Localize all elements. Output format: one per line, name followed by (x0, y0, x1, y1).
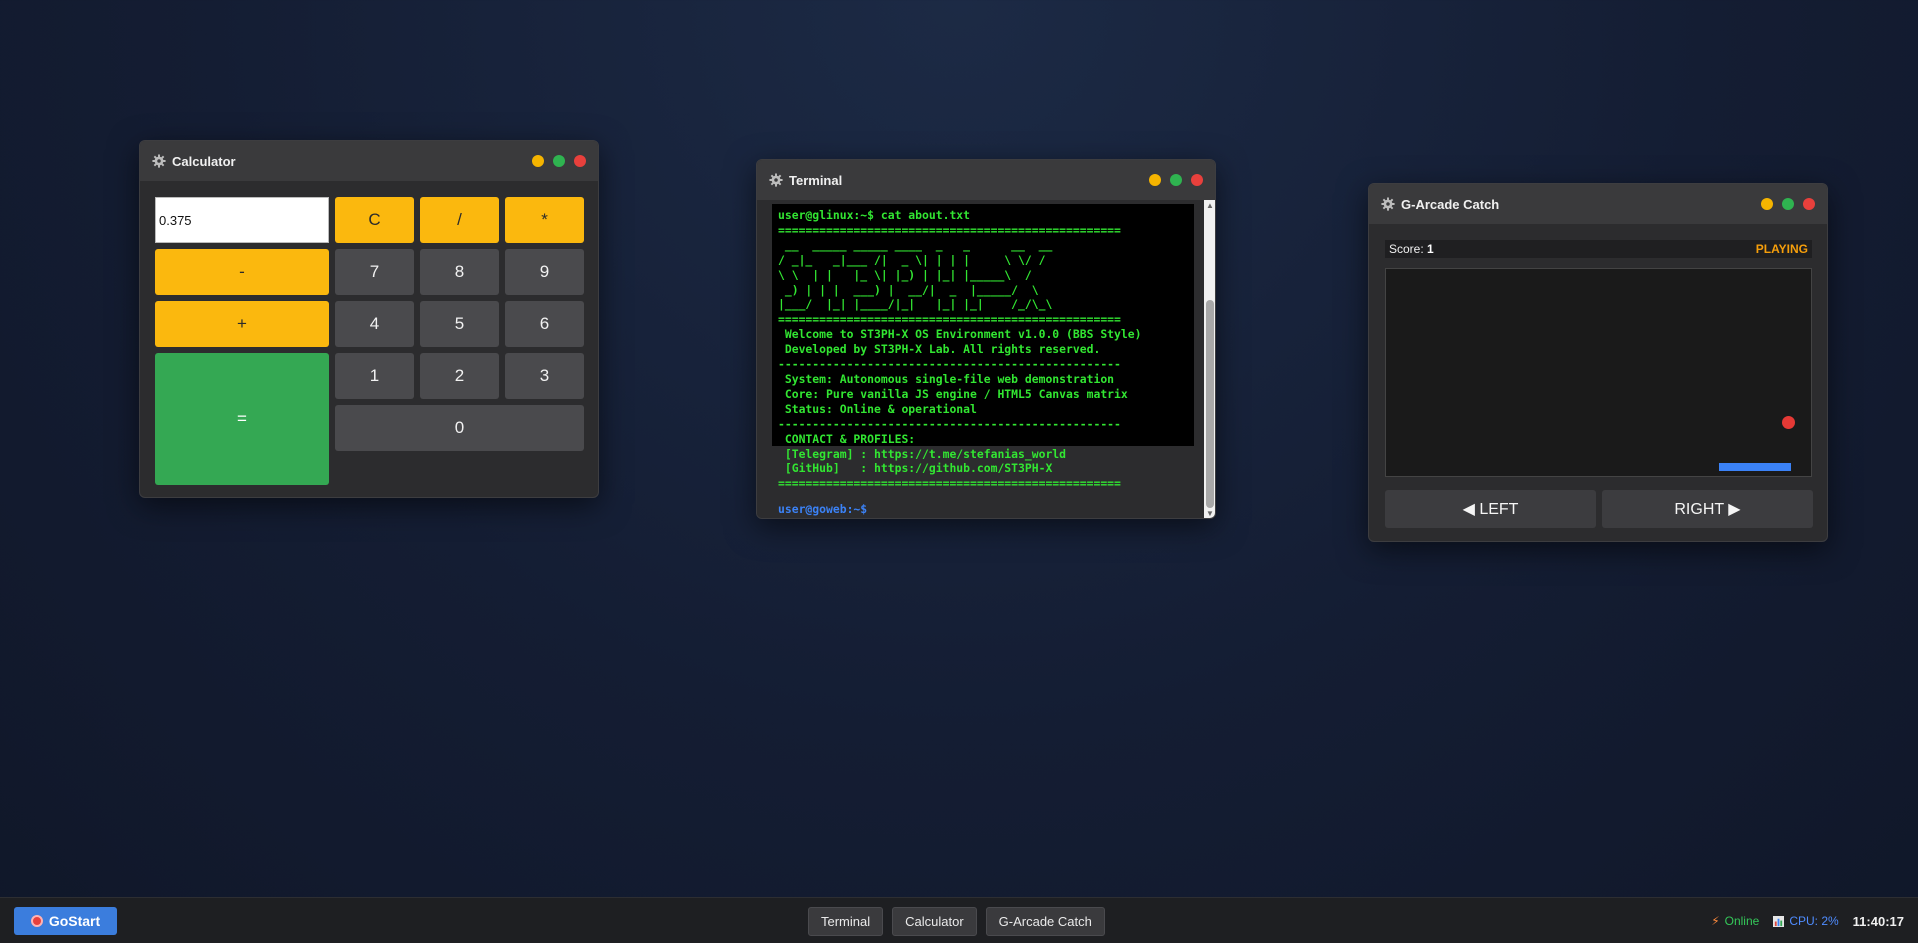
minimize-button[interactable] (1149, 174, 1161, 186)
cpu-label: CPU: 2% (1789, 914, 1839, 928)
maximize-button[interactable] (1782, 198, 1794, 210)
window-title: Terminal (789, 172, 843, 188)
close-button[interactable] (1803, 198, 1815, 210)
scrollbar-thumb[interactable] (1206, 300, 1214, 508)
score-value: 1 (1427, 242, 1434, 256)
minus-button[interactable]: - (155, 249, 329, 295)
taskbar-item-game[interactable]: G-Arcade Catch (985, 907, 1105, 936)
digit-5-button[interactable]: 5 (420, 301, 499, 347)
close-button[interactable] (574, 155, 586, 167)
score-display: Score: 1 (1389, 242, 1434, 256)
score-bar: Score: 1 PLAYING (1385, 240, 1812, 258)
digit-9-button[interactable]: 9 (505, 249, 584, 295)
system-tray: ⚡ Online CPU: 2% 11:40:17 (1711, 898, 1904, 943)
digit-1-button[interactable]: 1 (335, 353, 414, 399)
move-left-button[interactable]: ◀ LEFT (1385, 490, 1596, 528)
multiply-button[interactable]: * (505, 197, 584, 243)
cpu-chart-icon (1773, 915, 1785, 927)
taskbar-item-calculator[interactable]: Calculator (892, 907, 977, 936)
game-status: PLAYING (1755, 242, 1808, 256)
move-right-button[interactable]: RIGHT ▶ (1602, 490, 1813, 528)
calculator-window[interactable]: Calculator C / * - 7 8 9 + 4 5 6 = 1 2 3… (139, 140, 599, 498)
score-label: Score: (1389, 242, 1424, 256)
terminal-output: user@glinux:~$ cat about.txt ===========… (778, 208, 1142, 491)
terminal-scrollbar[interactable]: ▲ ▼ (1204, 200, 1215, 518)
digit-2-button[interactable]: 2 (420, 353, 499, 399)
digit-6-button[interactable]: 6 (505, 301, 584, 347)
clock: 11:40:17 (1852, 913, 1904, 929)
maximize-button[interactable] (553, 155, 565, 167)
start-button[interactable]: GoStart (14, 907, 117, 935)
window-title: G-Arcade Catch (1401, 196, 1500, 212)
terminal-titlebar[interactable]: Terminal (757, 160, 1215, 200)
close-button[interactable] (1191, 174, 1203, 186)
terminal-window[interactable]: Terminal user@glinux:~$ cat about.txt ==… (756, 159, 1216, 519)
plus-button[interactable]: + (155, 301, 329, 347)
game-titlebar[interactable]: G-Arcade Catch (1369, 184, 1827, 224)
gear-icon (152, 154, 166, 168)
network-status-label: Online (1724, 914, 1760, 928)
catch-paddle (1719, 463, 1791, 471)
taskbar-apps: Terminal Calculator G-Arcade Catch (808, 907, 1105, 936)
equals-button[interactable]: = (155, 353, 329, 485)
terminal-prompt[interactable]: user@goweb:~$ (778, 502, 867, 516)
minimize-button[interactable] (532, 155, 544, 167)
divide-button[interactable]: / (420, 197, 499, 243)
taskbar-item-terminal[interactable]: Terminal (808, 907, 884, 936)
calculator-display[interactable] (155, 197, 329, 243)
window-title: Calculator (172, 153, 236, 169)
digit-3-button[interactable]: 3 (505, 353, 584, 399)
digit-7-button[interactable]: 7 (335, 249, 414, 295)
digit-8-button[interactable]: 8 (420, 249, 499, 295)
minimize-button[interactable] (1761, 198, 1773, 210)
maximize-button[interactable] (1170, 174, 1182, 186)
game-window[interactable]: G-Arcade Catch Score: 1 PLAYING ◀ LEFT R… (1368, 183, 1828, 542)
falling-ball (1782, 416, 1795, 429)
digit-4-button[interactable]: 4 (335, 301, 414, 347)
scroll-up-icon[interactable]: ▲ (1204, 200, 1215, 212)
taskbar: GoStart Terminal Calculator G-Arcade Cat… (0, 897, 1918, 943)
digit-0-button[interactable]: 0 (335, 405, 584, 451)
gear-icon (769, 173, 783, 187)
bolt-icon: ⚡ (1711, 914, 1720, 928)
start-label: GoStart (48, 913, 101, 929)
scroll-down-icon[interactable]: ▼ (1204, 508, 1215, 518)
cpu-status: CPU: 2% (1773, 914, 1839, 928)
start-icon (30, 915, 43, 927)
clear-button[interactable]: C (335, 197, 414, 243)
calculator-titlebar[interactable]: Calculator (140, 141, 598, 181)
calculator-keypad: C / * - 7 8 9 + 4 5 6 = 1 2 3 0 (155, 197, 584, 485)
gear-icon (1381, 197, 1395, 211)
network-status: ⚡ Online (1711, 914, 1759, 928)
game-canvas[interactable] (1385, 268, 1812, 477)
